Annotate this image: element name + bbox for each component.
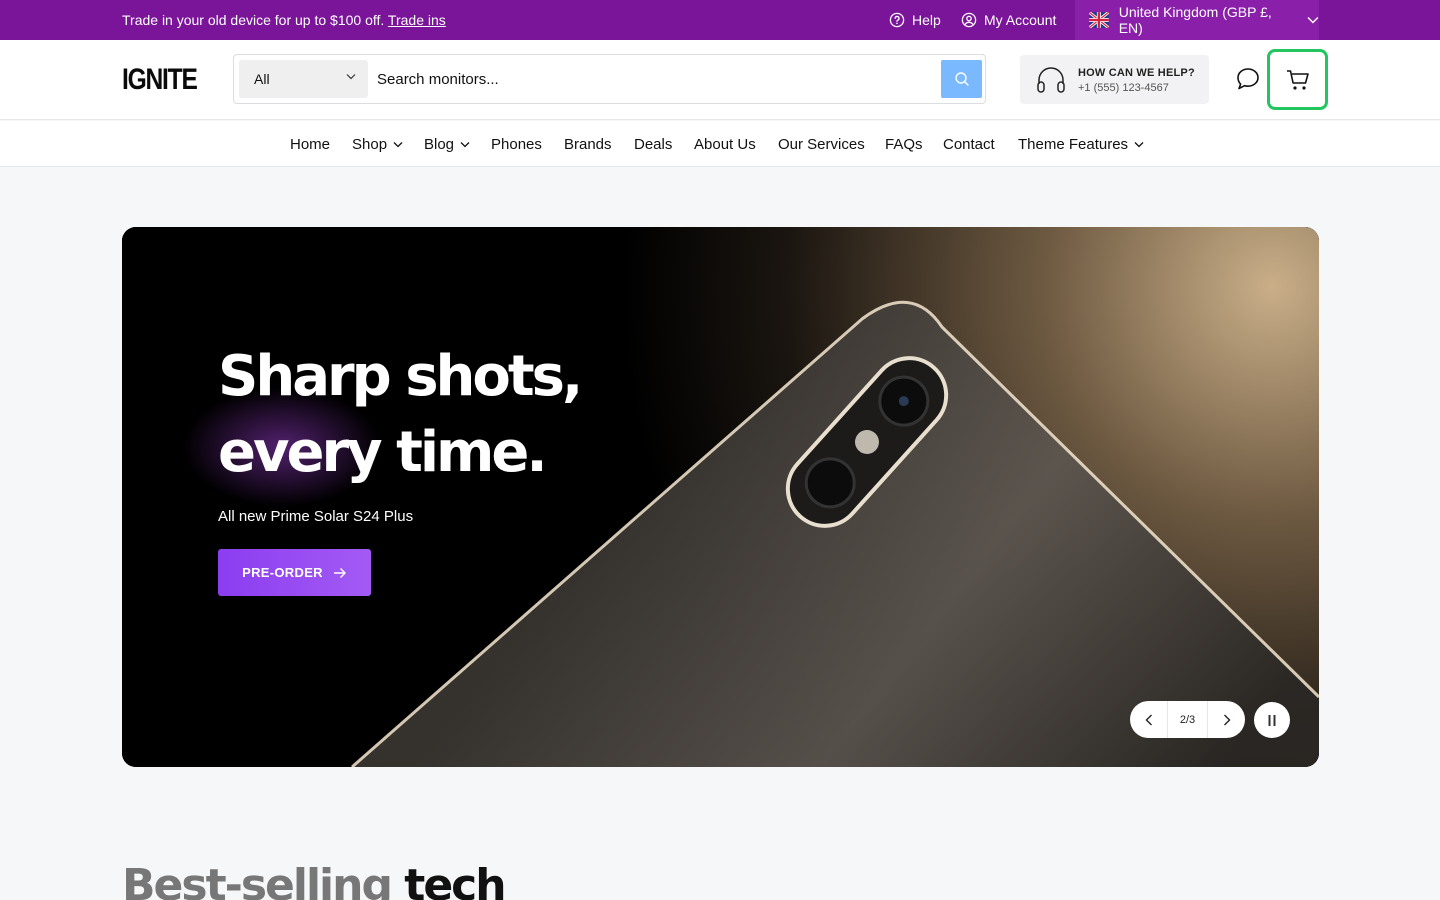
nav-item-label: Shop	[352, 136, 388, 153]
site-logo[interactable]: IGNITE	[122, 63, 198, 97]
chat-icon[interactable]	[1235, 66, 1261, 92]
search-input[interactable]	[377, 60, 937, 98]
locale-label: United Kingdom (GBP £, EN)	[1118, 4, 1272, 36]
user-icon	[961, 12, 977, 28]
chevron-down-icon	[1134, 142, 1144, 148]
chevron-down-icon	[346, 74, 356, 80]
nav-item-theme-features[interactable]: Theme Features	[1018, 136, 1144, 153]
chevron-down-icon	[1307, 17, 1319, 24]
hero-subtitle: All new Prime Solar S24 Plus	[218, 508, 414, 525]
slide-controls: 2/3	[1130, 701, 1245, 738]
promo-message: Trade in your old device for up to $100 …	[122, 12, 446, 28]
pause-slideshow-button[interactable]	[1254, 702, 1290, 738]
uk-flag-icon	[1089, 12, 1109, 28]
my-account-label: My Account	[984, 12, 1057, 28]
pause-icon	[1268, 714, 1276, 726]
hero-slideshow: Sharp shots, every time. All new Prime S…	[122, 227, 1319, 767]
nav-item-label: Contact	[943, 136, 995, 153]
nav-item-label: Our Services	[778, 136, 865, 153]
nav-item-label: Deals	[634, 136, 673, 153]
nav-item-label: About Us	[694, 136, 756, 153]
search-category-select[interactable]: All	[239, 60, 368, 98]
nav-item-our-services[interactable]: Our Services	[778, 136, 865, 153]
heading-muted-part: Best-selling	[122, 860, 393, 900]
nav-item-label: FAQs	[885, 136, 923, 153]
hero-headline-line-1: Sharp shots,	[218, 344, 583, 409]
help-label: Help	[912, 12, 941, 28]
previous-slide-button[interactable]	[1130, 701, 1167, 738]
hero-headline-line-2: every time.	[218, 420, 548, 485]
best-selling-heading: Best-selling tech	[122, 860, 507, 900]
promo-text: Trade in your old device for up to $100 …	[122, 12, 385, 28]
nav-item-label: Phones	[491, 136, 542, 153]
my-account-link[interactable]: My Account	[961, 0, 1056, 40]
cart-button[interactable]	[1267, 49, 1328, 110]
search-button[interactable]	[941, 60, 982, 98]
chevron-right-icon	[1223, 714, 1230, 725]
nav-item-label: Theme Features	[1018, 136, 1129, 153]
help-icon	[889, 12, 905, 28]
search-category-value: All	[254, 71, 270, 87]
search-bar: All	[233, 54, 986, 104]
nav-item-about-us[interactable]: About Us	[694, 136, 756, 153]
arrow-right-icon	[333, 567, 346, 578]
site-header: IGNITE All HOW CAN WE HELP? +1 (555) 123…	[0, 40, 1440, 120]
next-slide-button[interactable]	[1208, 701, 1245, 738]
nav-item-faqs[interactable]: FAQs	[885, 136, 923, 153]
chevron-left-icon	[1145, 714, 1152, 725]
pre-order-button[interactable]: PRE-ORDER	[218, 549, 371, 596]
search-icon	[954, 72, 969, 86]
nav-item-brands[interactable]: Brands	[564, 136, 612, 153]
nav-item-contact[interactable]: Contact	[943, 136, 995, 153]
nav-item-phones[interactable]: Phones	[491, 136, 542, 153]
nav-item-blog[interactable]: Blog	[424, 136, 470, 153]
support-contact[interactable]: HOW CAN WE HELP? +1 (555) 123-4567	[1020, 55, 1209, 104]
nav-item-shop[interactable]: Shop	[352, 136, 403, 153]
cart-icon	[1286, 69, 1309, 90]
nav-item-label: Brands	[564, 136, 612, 153]
announcement-bar: Trade in your old device for up to $100 …	[0, 0, 1440, 40]
nav-item-label: Blog	[424, 136, 455, 153]
nav-item-label: Home	[290, 136, 331, 153]
support-title: HOW CAN WE HELP?	[1078, 67, 1195, 79]
locale-selector[interactable]: United Kingdom (GBP £, EN)	[1075, 0, 1319, 40]
help-link[interactable]: Help	[889, 0, 941, 40]
chevron-down-icon	[460, 142, 470, 148]
chevron-down-icon	[393, 142, 403, 148]
support-phone: +1 (555) 123-4567	[1078, 82, 1169, 94]
headset-icon	[1037, 67, 1065, 93]
trade-ins-link[interactable]: Trade ins	[388, 12, 446, 28]
pre-order-label: PRE-ORDER	[242, 565, 323, 580]
heading-strong-part: tech	[404, 860, 506, 900]
nav-item-deals[interactable]: Deals	[634, 136, 672, 153]
main-navigation: Home Shop Blog Phones Brands Deals About…	[0, 121, 1440, 167]
nav-item-home[interactable]: Home	[290, 136, 330, 153]
hero-headline: Sharp shots, every time.	[218, 339, 583, 491]
slide-counter: 2/3	[1167, 701, 1208, 738]
